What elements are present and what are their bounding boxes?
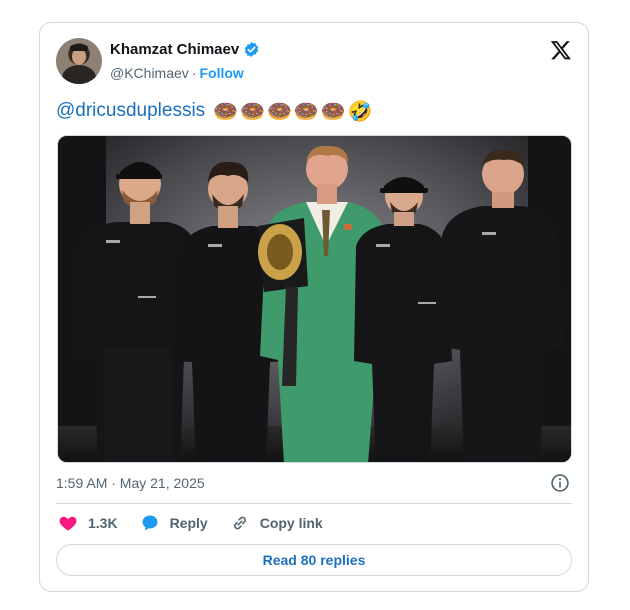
reply-button[interactable]: Reply: [140, 513, 208, 533]
like-button[interactable]: 1.3K: [58, 513, 118, 533]
like-count: 1.3K: [88, 515, 118, 531]
author-handle-row: @KChimaev · Follow: [110, 65, 244, 81]
author-handle[interactable]: @KChimaev: [110, 65, 189, 81]
handle-separator: ·: [191, 65, 197, 81]
donut-emoji: 🍩: [240, 99, 265, 123]
info-icon[interactable]: [550, 473, 570, 493]
author-name[interactable]: Khamzat Chimaev: [110, 41, 239, 58]
copy-link-button[interactable]: Copy link: [230, 513, 323, 533]
donut-emoji: 🍩: [267, 99, 292, 123]
mention-link[interactable]: @dricusduplessis: [56, 99, 205, 123]
tweet-actions: 1.3K Reply Copy link: [58, 513, 323, 533]
follow-button[interactable]: Follow: [199, 65, 243, 81]
tweet-photo-image: [58, 136, 571, 462]
tweet-timestamp[interactable]: 1:59 AM · May 21, 2025: [56, 475, 205, 491]
divider: [56, 503, 572, 504]
tweet-photo[interactable]: [57, 135, 572, 463]
tweet-card: Khamzat Chimaev @KChimaev · Follow @dric…: [39, 22, 589, 592]
x-logo-icon[interactable]: [550, 39, 572, 61]
laughing-emoji: 🤣: [347, 99, 373, 123]
heart-icon: [59, 516, 77, 531]
author-avatar[interactable]: [56, 38, 102, 84]
reply-label: Reply: [169, 515, 208, 531]
donut-emoji: 🍩: [293, 99, 319, 123]
tweet-text: @dricusduplessis 🍩 🍩 🍩 🍩 🍩 🤣: [56, 99, 373, 123]
copy-link-label: Copy link: [259, 515, 323, 531]
verified-badge-icon: [244, 42, 259, 57]
donut-emoji: 🍩: [213, 99, 239, 123]
reply-bubble-icon: [142, 515, 158, 531]
link-icon: [233, 516, 246, 530]
author-name-row: Khamzat Chimaev: [110, 41, 260, 58]
donut-emoji: 🍩: [320, 99, 346, 123]
read-replies-button[interactable]: Read 80 replies: [56, 544, 572, 576]
